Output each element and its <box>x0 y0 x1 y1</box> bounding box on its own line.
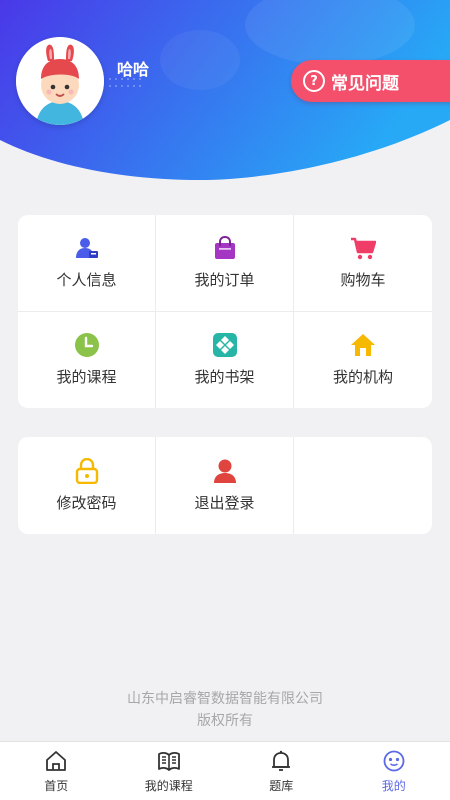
tab-label: 我的课程 <box>144 778 193 793</box>
account-menu-card: 修改密码 退出登录 <box>18 437 432 534</box>
home-icon <box>46 750 67 771</box>
logout-person-icon <box>212 458 238 484</box>
menu-item-label: 修改密码 <box>56 494 117 512</box>
menu-item-label: 我的书架 <box>194 368 255 387</box>
avatar-cartoon-icon <box>16 37 104 125</box>
decorative-dots <box>109 78 141 87</box>
menu-item-my-orders[interactable]: 我的订单 <box>156 215 294 312</box>
faq-label: 常见问题 <box>331 73 399 94</box>
menu-item-label: 退出登录 <box>194 494 255 512</box>
menu-item-logout[interactable]: 退出登录 <box>156 437 294 534</box>
tab-me[interactable]: 我的 <box>338 742 450 800</box>
book-icon <box>157 751 180 771</box>
house-icon <box>350 332 376 358</box>
shopping-bag-icon <box>212 235 238 261</box>
profile-header: 哈哈 ? 常见问题 <box>0 0 450 190</box>
tab-question-bank[interactable]: 题库 <box>225 742 338 800</box>
user-card-icon <box>74 235 100 261</box>
tab-label: 我的 <box>381 778 406 793</box>
tab-my-courses[interactable]: 我的课程 <box>113 742 226 800</box>
menu-item-my-courses[interactable]: 我的课程 <box>18 311 156 408</box>
menu-item-change-password[interactable]: 修改密码 <box>18 437 156 534</box>
menu-item-label: 我的机构 <box>332 368 393 387</box>
tab-label: 题库 <box>269 778 294 793</box>
menu-item-cart[interactable]: 购物车 <box>294 215 432 312</box>
avatar[interactable] <box>16 37 104 125</box>
bookshelf-icon <box>212 332 238 358</box>
menu-item-personal-info[interactable]: 个人信息 <box>18 215 156 312</box>
menu-item-my-institution[interactable]: 我的机构 <box>294 312 432 409</box>
cart-icon <box>350 235 376 261</box>
company-name: 山东中启睿智数据智能有限公司 <box>127 691 323 707</box>
smiley-icon <box>383 750 405 771</box>
lock-icon <box>74 458 100 484</box>
menu-item-label: 我的课程 <box>56 368 117 387</box>
menu-item-empty <box>294 437 432 534</box>
menu-item-label: 个人信息 <box>56 271 117 290</box>
menu-item-label: 我的订单 <box>194 271 255 290</box>
clock-icon <box>74 332 100 358</box>
menu-item-label: 购物车 <box>340 271 386 290</box>
question-circle-icon: ? <box>303 70 325 92</box>
company-footer: 山东中启睿智数据智能有限公司 版权所有 <box>0 688 450 732</box>
tab-home[interactable]: 首页 <box>0 742 113 800</box>
faq-button[interactable]: ? 常见问题 <box>291 60 450 102</box>
menu-item-my-bookshelf[interactable]: 我的书架 <box>156 311 294 408</box>
bell-icon <box>272 750 291 771</box>
copyright-text: 版权所有 <box>197 713 253 729</box>
main-menu-card: 个人信息 我的订单 购物车 我的课程 我的书架 我的机构 <box>18 215 432 408</box>
bottom-tab-bar: 首页 我的课程 题库 我的 <box>0 741 450 800</box>
tab-label: 首页 <box>44 778 69 793</box>
